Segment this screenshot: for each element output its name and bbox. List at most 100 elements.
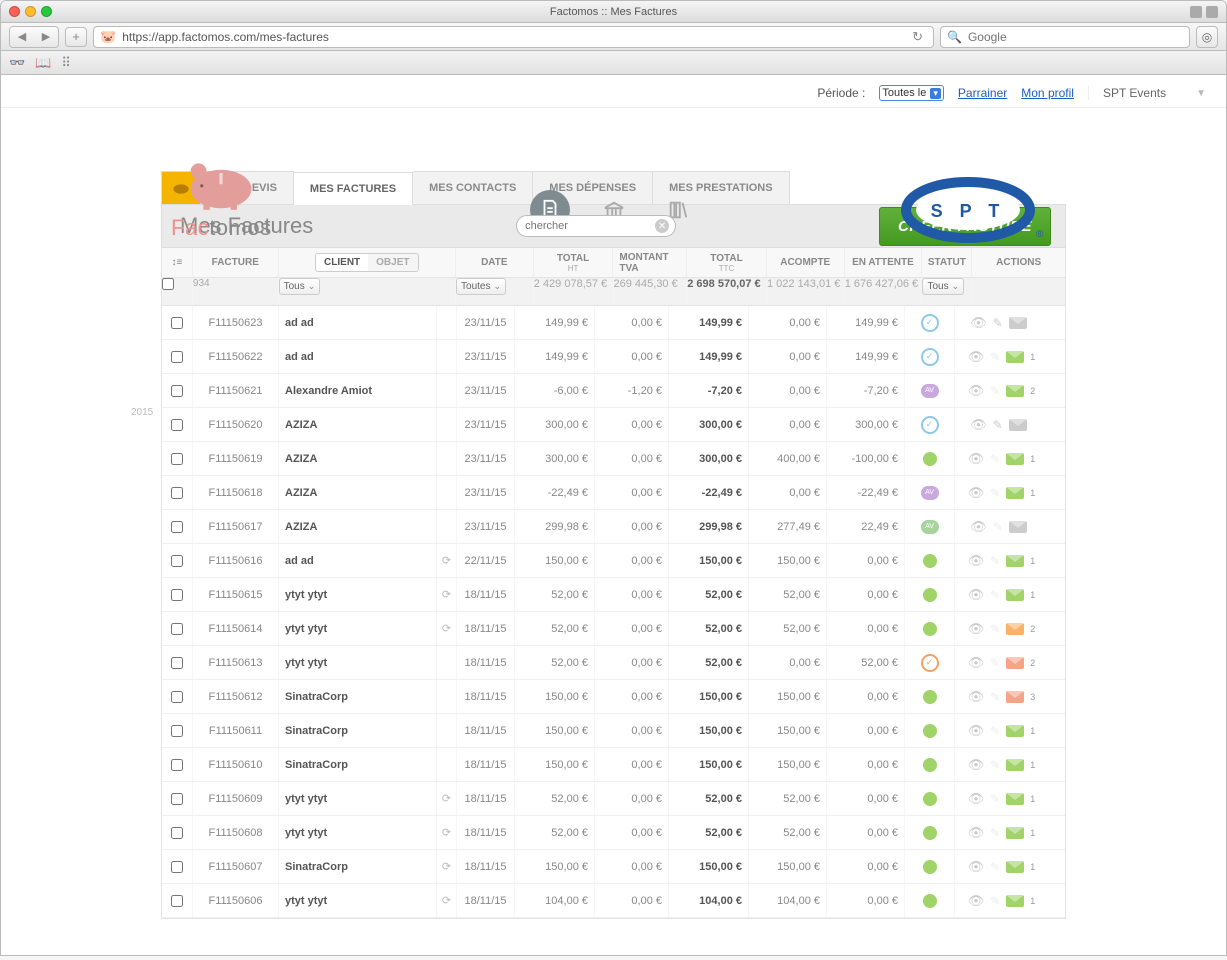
- status-dot-icon[interactable]: [923, 622, 937, 636]
- table-row[interactable]: F11150607SinatraCorp⟳18/11/15150,00 €0,0…: [162, 850, 1065, 884]
- client-name[interactable]: SinatraCorp: [278, 748, 436, 781]
- client-name[interactable]: AZIZA: [278, 476, 436, 509]
- client-name[interactable]: AZIZA: [278, 442, 436, 475]
- edit-icon[interactable]: ✎: [990, 826, 1000, 840]
- row-checkbox[interactable]: [171, 453, 183, 465]
- status-dot-icon[interactable]: [923, 452, 937, 466]
- table-row[interactable]: F11150614ytyt ytyt⟳18/11/1552,00 €0,00 €…: [162, 612, 1065, 646]
- status-pill-icon[interactable]: AV: [921, 520, 939, 534]
- table-row[interactable]: F11150615ytyt ytyt⟳18/11/1552,00 €0,00 €…: [162, 578, 1065, 612]
- table-row[interactable]: F11150606ytyt ytyt⟳18/11/15104,00 €0,00 …: [162, 884, 1065, 918]
- view-icon[interactable]: 👁: [968, 485, 985, 501]
- client-name[interactable]: ad ad: [278, 306, 436, 339]
- tab-factures[interactable]: MES FACTURES: [294, 172, 413, 205]
- edit-icon[interactable]: ✎: [990, 792, 1000, 806]
- view-icon[interactable]: 👁: [968, 451, 985, 467]
- client-name[interactable]: ytyt ytyt: [278, 884, 436, 917]
- grid-icon[interactable]: ⠿: [61, 55, 71, 71]
- status-pill-icon[interactable]: AV: [921, 486, 939, 500]
- table-row[interactable]: F11150617AZIZA23/11/15299,98 €0,00 €299,…: [162, 510, 1065, 544]
- status-filter-select[interactable]: Tous: [922, 278, 964, 295]
- view-icon[interactable]: 👁: [968, 723, 985, 739]
- edit-icon[interactable]: ✎: [990, 554, 1000, 568]
- row-checkbox[interactable]: [171, 487, 183, 499]
- status-dot-icon[interactable]: [923, 588, 937, 602]
- client-name[interactable]: ytyt ytyt: [278, 782, 436, 815]
- row-checkbox[interactable]: [171, 793, 183, 805]
- row-checkbox[interactable]: [171, 895, 183, 907]
- mail-icon[interactable]: [1006, 623, 1024, 635]
- date-filter-select[interactable]: Toutes: [456, 278, 506, 295]
- book-icon[interactable]: 📖: [35, 55, 51, 71]
- column-acompte[interactable]: ACOMPTE: [766, 248, 844, 277]
- client-name[interactable]: ytyt ytyt: [278, 816, 436, 849]
- reload-button[interactable]: ↻: [908, 29, 927, 45]
- mail-icon[interactable]: [1006, 385, 1024, 397]
- row-checkbox[interactable]: [171, 861, 183, 873]
- status-ring-icon[interactable]: ✓: [921, 654, 939, 672]
- add-tab-button[interactable]: +: [65, 27, 87, 47]
- column-facture[interactable]: FACTURE: [192, 248, 278, 277]
- view-icon[interactable]: 👁: [970, 519, 987, 535]
- view-icon[interactable]: 👁: [968, 655, 985, 671]
- view-icon[interactable]: 👁: [968, 383, 985, 399]
- edit-icon[interactable]: ✎: [990, 622, 1000, 636]
- view-icon[interactable]: 👁: [968, 757, 985, 773]
- row-checkbox[interactable]: [171, 521, 183, 533]
- status-dot-icon[interactable]: [923, 792, 937, 806]
- window-maximize-button[interactable]: [41, 6, 52, 17]
- url-bar[interactable]: 🐷 ↻: [93, 26, 934, 48]
- edit-icon[interactable]: ✎: [990, 894, 1000, 908]
- client-name[interactable]: ytyt ytyt: [278, 612, 436, 645]
- view-icon[interactable]: 👁: [968, 553, 985, 569]
- client-name[interactable]: ad ad: [278, 544, 436, 577]
- client-name[interactable]: ytyt ytyt: [278, 578, 436, 611]
- view-icon[interactable]: 👁: [970, 417, 987, 433]
- edit-icon[interactable]: ✎: [990, 384, 1000, 398]
- column-client[interactable]: CLIENTOBJET: [278, 248, 455, 277]
- edit-icon[interactable]: ✎: [993, 520, 1003, 534]
- mail-icon[interactable]: [1006, 861, 1024, 873]
- status-dot-icon[interactable]: [923, 554, 937, 568]
- status-ring-icon[interactable]: ✓: [921, 314, 939, 332]
- mail-icon[interactable]: [1006, 487, 1024, 499]
- row-checkbox[interactable]: [171, 725, 183, 737]
- edit-icon[interactable]: ✎: [990, 656, 1000, 670]
- client-filter-select[interactable]: Tous: [279, 278, 321, 295]
- view-icon[interactable]: 👁: [968, 791, 985, 807]
- edit-icon[interactable]: ✎: [990, 588, 1000, 602]
- mail-icon[interactable]: [1006, 759, 1024, 771]
- search-input[interactable]: [525, 220, 667, 232]
- forward-button[interactable]: ▶: [34, 27, 58, 47]
- edit-icon[interactable]: ✎: [990, 452, 1000, 466]
- row-checkbox[interactable]: [171, 317, 183, 329]
- select-all-checkbox[interactable]: [162, 278, 174, 290]
- row-checkbox[interactable]: [171, 691, 183, 703]
- table-row[interactable]: F11150612SinatraCorp18/11/15150,00 €0,00…: [162, 680, 1065, 714]
- column-statut[interactable]: STATUT: [921, 248, 971, 277]
- table-row[interactable]: F11150611SinatraCorp18/11/15150,00 €0,00…: [162, 714, 1065, 748]
- table-row[interactable]: F11150616ad ad⟳22/11/15150,00 €0,00 €150…: [162, 544, 1065, 578]
- edit-icon[interactable]: ✎: [990, 860, 1000, 874]
- table-row[interactable]: F11150618AZIZA23/11/15-22,49 €0,00 €-22,…: [162, 476, 1065, 510]
- table-row[interactable]: F11150608ytyt ytyt⟳18/11/1552,00 €0,00 €…: [162, 816, 1065, 850]
- edit-icon[interactable]: ✎: [990, 690, 1000, 704]
- view-icon[interactable]: 👁: [968, 893, 985, 909]
- client-name[interactable]: SinatraCorp: [278, 680, 436, 713]
- parrainer-link[interactable]: Parrainer: [958, 86, 1007, 100]
- company-select[interactable]: SPT Events▼: [1088, 86, 1206, 100]
- back-button[interactable]: ◀: [10, 27, 34, 47]
- row-checkbox[interactable]: [171, 827, 183, 839]
- mail-icon[interactable]: [1006, 725, 1024, 737]
- mail-icon[interactable]: [1006, 351, 1024, 363]
- edit-icon[interactable]: ✎: [993, 316, 1003, 330]
- row-checkbox[interactable]: [171, 385, 183, 397]
- status-ring-icon[interactable]: ✓: [921, 416, 939, 434]
- window-close-button[interactable]: [9, 6, 20, 17]
- status-dot-icon[interactable]: [923, 860, 937, 874]
- table-row[interactable]: F11150610SinatraCorp18/11/15150,00 €0,00…: [162, 748, 1065, 782]
- window-minimize-button[interactable]: [25, 6, 36, 17]
- table-row[interactable]: F11150609ytyt ytyt⟳18/11/1552,00 €0,00 €…: [162, 782, 1065, 816]
- table-row[interactable]: F11150619AZIZA23/11/15300,00 €0,00 €300,…: [162, 442, 1065, 476]
- client-name[interactable]: Alexandre Amiot: [278, 374, 436, 407]
